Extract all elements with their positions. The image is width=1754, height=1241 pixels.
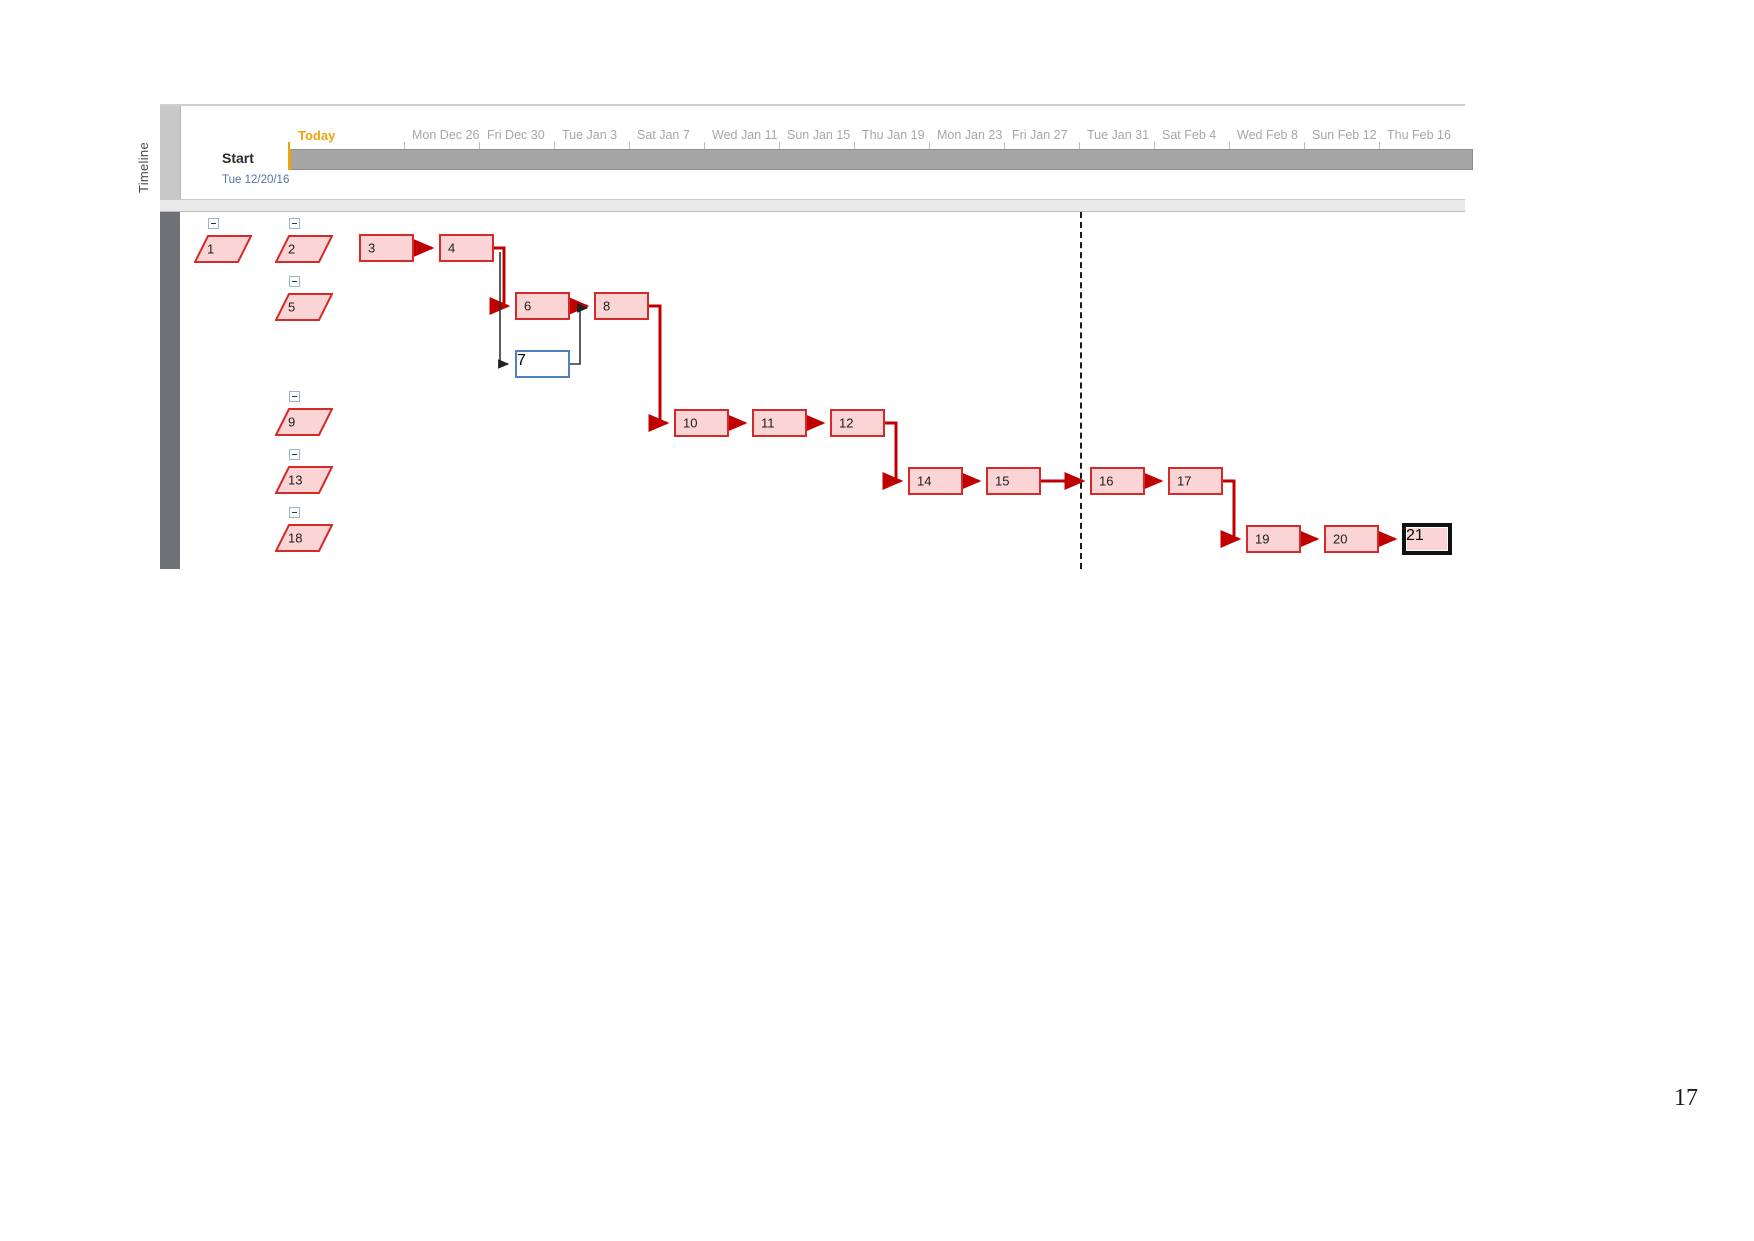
collapse-toggle-5[interactable] bbox=[289, 276, 300, 287]
network-node-label: 11 bbox=[761, 415, 775, 431]
network-node-label: 6 bbox=[524, 298, 532, 314]
network-node-label: 8 bbox=[603, 298, 611, 314]
network-node-18[interactable]: 18 bbox=[275, 524, 333, 552]
timeline-tick-7: Mon Jan 23 bbox=[929, 128, 1003, 156]
network-node-13[interactable]: 13 bbox=[275, 466, 333, 494]
network-node-label: 14 bbox=[917, 473, 932, 489]
timeline-tick-label: Thu Feb 16 bbox=[1387, 128, 1451, 142]
network-node-label: 5 bbox=[288, 299, 296, 315]
summary-parallelogram-icon bbox=[194, 235, 252, 263]
timeline-body[interactable]: Mon Dec 26 Fri Dec 30 Tue Jan 3 Sat Jan 7 We… bbox=[180, 106, 1473, 212]
timeline-tick-label: Sat Feb 4 bbox=[1162, 128, 1217, 142]
summary-parallelogram-icon bbox=[275, 293, 333, 321]
timeline-tick-label: Mon Jan 23 bbox=[937, 128, 1003, 142]
collapse-toggle-2[interactable] bbox=[289, 218, 300, 229]
timeline-start-date: Tue 12/20/16 bbox=[222, 174, 290, 186]
network-node-12[interactable]: 12 bbox=[830, 409, 885, 437]
timeline-tick-10: Sat Feb 4 bbox=[1154, 128, 1217, 156]
collapse-toggle-13[interactable] bbox=[289, 449, 300, 460]
network-node-9[interactable]: 9 bbox=[275, 408, 333, 436]
network-node-20[interactable]: 20 bbox=[1324, 525, 1379, 553]
timeline-tick-label: Sat Jan 7 bbox=[637, 128, 690, 142]
network-node-label: 20 bbox=[1333, 531, 1348, 547]
timeline-tick-1: Fri Dec 30 bbox=[479, 128, 545, 156]
timeline-tick-5: Sun Jan 15 bbox=[779, 128, 851, 156]
timeline-tick-6: Thu Jan 19 bbox=[854, 128, 925, 156]
timeline-tick-2: Tue Jan 3 bbox=[554, 128, 618, 156]
network-node-label: 10 bbox=[683, 415, 698, 431]
timeline-pane: Timeline Mon Dec 26 Fri Dec 30 Tue Jan 3 Sa… bbox=[136, 104, 1473, 212]
timeline-tick-label: Wed Jan 11 bbox=[712, 128, 778, 142]
timeline-pane-divider bbox=[160, 199, 1465, 212]
network-node-label: 2 bbox=[288, 241, 296, 257]
network-diagram-link-layer bbox=[413, 239, 1398, 548]
summary-parallelogram-icon bbox=[275, 408, 333, 436]
collapse-toggle-1[interactable] bbox=[208, 218, 219, 229]
timeline-start-label: Start bbox=[222, 150, 254, 166]
network-node-label: 17 bbox=[1177, 473, 1192, 489]
network-node-label: 19 bbox=[1255, 531, 1270, 547]
summary-parallelogram-icon bbox=[275, 524, 333, 552]
collapse-toggle-18[interactable] bbox=[289, 507, 300, 518]
network-node-label: 3 bbox=[368, 240, 376, 256]
network-node-6[interactable]: 6 bbox=[515, 292, 570, 320]
timeline-tick-label: Wed Feb 8 bbox=[1237, 128, 1298, 142]
network-node-label: 21 bbox=[1406, 527, 1424, 544]
timeline-tick-label: Sun Feb 12 bbox=[1312, 128, 1377, 142]
timeline-tick-11: Wed Feb 8 bbox=[1229, 128, 1298, 156]
network-node-19[interactable]: 19 bbox=[1246, 525, 1301, 553]
network-node-4[interactable]: 4 bbox=[439, 234, 494, 262]
network-node-label: 16 bbox=[1099, 473, 1114, 489]
network-node-14[interactable]: 14 bbox=[908, 467, 963, 495]
network-node-label: 18 bbox=[288, 530, 303, 546]
diagram-today-line bbox=[1080, 212, 1082, 569]
timeline-tick-3: Sat Jan 7 bbox=[629, 128, 690, 156]
timeline-bar[interactable] bbox=[288, 149, 1473, 170]
network-node-label: 13 bbox=[288, 472, 303, 488]
timeline-tick-8: Fri Jan 27 bbox=[1004, 128, 1068, 156]
timeline-tick-label: Fri Dec 30 bbox=[487, 128, 545, 142]
network-node-8[interactable]: 8 bbox=[594, 292, 649, 320]
timeline-tick-0: Mon Dec 26 bbox=[404, 128, 480, 156]
network-node-15[interactable]: 15 bbox=[986, 467, 1041, 495]
timeline-tick-label: Tue Jan 3 bbox=[562, 128, 618, 142]
network-node-label: 15 bbox=[995, 473, 1010, 489]
network-diagram-left-gutter bbox=[160, 212, 180, 569]
network-node-11[interactable]: 11 bbox=[752, 409, 807, 437]
timeline-tick-label: Tue Jan 31 bbox=[1087, 128, 1150, 142]
timeline-tick-label: Mon Dec 26 bbox=[412, 128, 480, 142]
network-node-label: 7 bbox=[517, 352, 526, 369]
timeline-tick-label: Fri Jan 27 bbox=[1012, 128, 1068, 142]
timeline-tick-label: Sun Jan 15 bbox=[787, 128, 851, 142]
network-node-16[interactable]: 16 bbox=[1090, 467, 1145, 495]
network-node-3[interactable]: 3 bbox=[359, 234, 414, 262]
network-node-label: 1 bbox=[207, 241, 215, 257]
network-diagram-pane[interactable]: 1 2 3 4 5 6 7 8 9 10 11 12 13 14 15 16 17 18 19 20 21 bbox=[160, 212, 1465, 569]
today-marker-label: Today bbox=[298, 128, 336, 143]
network-node-21[interactable]: 21 bbox=[1402, 523, 1452, 555]
timeline-tick-9: Tue Jan 31 bbox=[1079, 128, 1150, 156]
network-node-1[interactable]: 1 bbox=[194, 235, 252, 263]
timeline-tick-12: Sun Feb 12 bbox=[1304, 128, 1377, 156]
network-node-label: 12 bbox=[839, 415, 854, 431]
network-node-7[interactable]: 7 bbox=[515, 350, 570, 378]
network-node-17[interactable]: 17 bbox=[1168, 467, 1223, 495]
timeline-tick-4: Wed Jan 11 bbox=[704, 128, 778, 156]
summary-parallelogram-icon bbox=[275, 235, 333, 263]
timeline-sidebar[interactable]: Timeline bbox=[136, 106, 181, 212]
network-node-label: 9 bbox=[288, 414, 296, 430]
summary-parallelogram-icon bbox=[275, 466, 333, 494]
today-marker-line bbox=[288, 149, 291, 170]
network-node-5[interactable]: 5 bbox=[275, 293, 333, 321]
network-node-label: 4 bbox=[448, 240, 456, 256]
timeline-tick-13: Thu Feb 16 bbox=[1379, 128, 1451, 156]
page-number: 17 bbox=[1674, 1085, 1698, 1111]
network-node-10[interactable]: 10 bbox=[674, 409, 729, 437]
collapse-toggle-9[interactable] bbox=[289, 391, 300, 402]
timeline-tick-label: Thu Jan 19 bbox=[862, 128, 925, 142]
network-node-2[interactable]: 2 bbox=[275, 235, 333, 263]
